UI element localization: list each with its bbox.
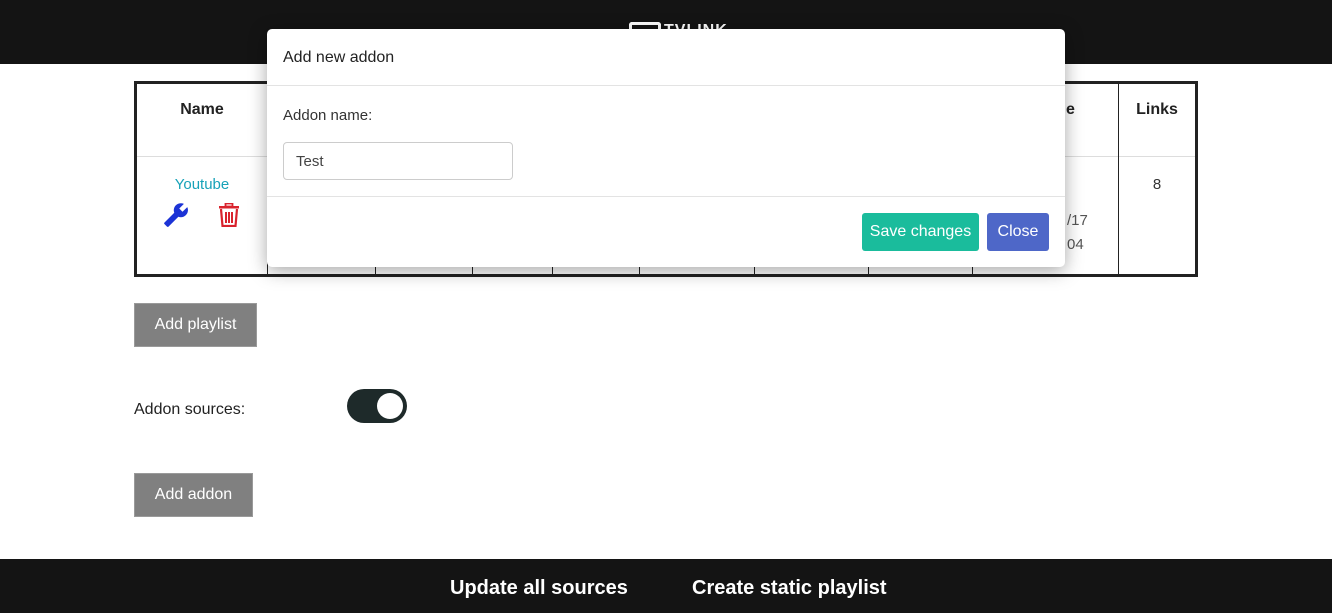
addon-name-input[interactable] bbox=[283, 142, 513, 180]
header-name: Name bbox=[180, 101, 224, 118]
partial-time: 04 bbox=[1067, 236, 1084, 253]
playlist-name-link[interactable]: Youtube bbox=[137, 176, 267, 193]
addon-sources-label: Addon sources: bbox=[134, 401, 246, 418]
update-all-sources-link[interactable]: Update all sources bbox=[450, 577, 628, 600]
column-links: Links 8 bbox=[1118, 84, 1195, 274]
close-button[interactable]: Close bbox=[987, 213, 1049, 251]
add-addon-button[interactable]: Add addon bbox=[134, 473, 253, 517]
modal-footer-divider bbox=[267, 196, 1065, 197]
column-name: Name Youtube bbox=[137, 84, 268, 274]
create-static-playlist-link[interactable]: Create static playlist bbox=[692, 577, 887, 600]
footer-bar: Update all sources Create static playlis… bbox=[0, 559, 1332, 613]
header-links: Links bbox=[1136, 101, 1178, 118]
add-playlist-button[interactable]: Add playlist bbox=[134, 303, 257, 347]
save-changes-button[interactable]: Save changes bbox=[862, 213, 979, 251]
add-addon-modal: Add new addon Addon name: Save changes C… bbox=[267, 29, 1065, 267]
trash-icon[interactable] bbox=[218, 203, 240, 227]
wrench-icon[interactable] bbox=[163, 202, 189, 228]
header-partial: e bbox=[1066, 101, 1075, 118]
links-count: 8 bbox=[1152, 176, 1162, 193]
addon-name-label: Addon name: bbox=[283, 107, 373, 124]
partial-date: /17 bbox=[1067, 212, 1088, 229]
modal-title: Add new addon bbox=[283, 49, 395, 66]
addon-sources-toggle[interactable] bbox=[347, 389, 407, 423]
modal-header: Add new addon bbox=[267, 29, 1065, 86]
toggle-knob bbox=[377, 393, 403, 419]
